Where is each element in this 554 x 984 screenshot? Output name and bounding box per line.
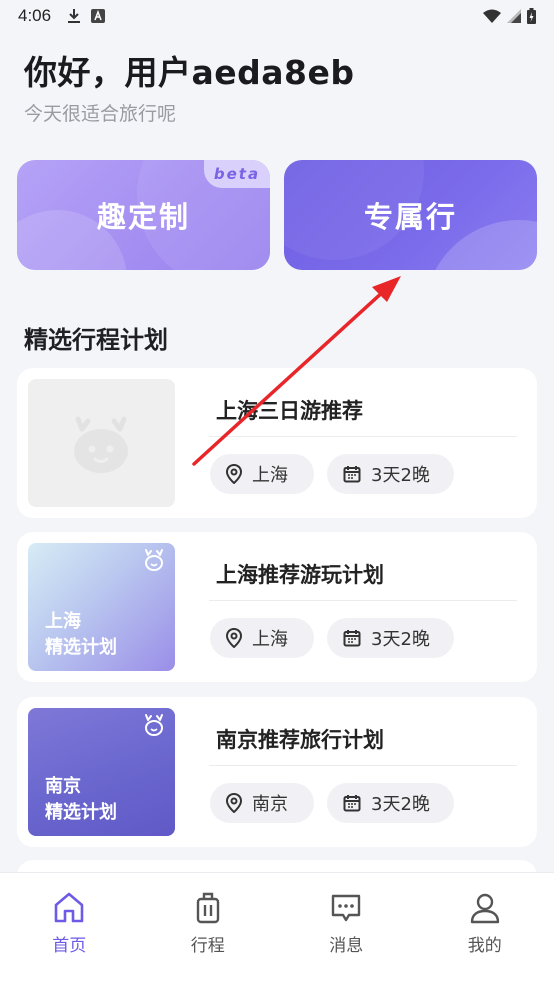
custom-trip-label: 趣定制 — [96, 200, 190, 234]
section-title: 精选行程计划 — [24, 326, 168, 354]
duration-chip: 3天2晚 — [327, 783, 454, 823]
duration-text: 3天2晚 — [371, 465, 430, 486]
tab-home[interactable]: 首页 — [0, 873, 139, 984]
location-pin-icon — [226, 628, 242, 648]
plan-card[interactable]: 南京 精选计划 南京推荐旅行计划 南京 3天2晚 — [17, 697, 537, 847]
luggage-icon — [196, 892, 219, 924]
mascot-icon — [145, 549, 163, 571]
thumbnail-city-text: 上海 — [45, 611, 81, 632]
thumbnail-caption-text: 精选计划 — [45, 637, 117, 658]
custom-trip-button[interactable]: beta 趣定制 — [17, 160, 270, 270]
plan-card[interactable]: 上海三日游推荐 上海 3天2晚 — [17, 368, 537, 518]
location-chip: 上海 — [210, 454, 314, 494]
tab-itinerary[interactable]: 行程 — [139, 873, 278, 984]
duration-text: 3天2晚 — [371, 629, 430, 650]
tab-messages[interactable]: 消息 — [277, 873, 416, 984]
tab-home-label: 首页 — [52, 936, 87, 956]
mascot-placeholder-icon — [74, 416, 128, 473]
location-chip: 上海 — [210, 618, 314, 658]
location-chip: 南京 — [210, 783, 314, 823]
tab-profile[interactable]: 我的 — [416, 873, 554, 984]
plan-title: 上海三日游推荐 — [216, 399, 363, 423]
divider — [209, 436, 517, 437]
bottom-tab-bar: 首页 行程 消息 我的 — [0, 872, 554, 984]
message-icon — [332, 894, 361, 922]
tab-itinerary-label: 行程 — [190, 936, 225, 956]
duration-chip: 3天2晚 — [327, 618, 454, 658]
home-icon — [54, 892, 84, 923]
calendar-icon — [343, 630, 361, 647]
signal-icon — [507, 9, 521, 23]
calendar-icon — [343, 795, 361, 812]
font-a-icon — [91, 9, 106, 23]
tab-profile-label: 我的 — [467, 936, 502, 956]
duration-chip: 3天2晚 — [327, 454, 454, 494]
beta-badge: beta — [204, 160, 270, 188]
battery-icon — [527, 8, 536, 24]
plan-title: 南京推荐旅行计划 — [216, 728, 384, 752]
exclusive-trip-label: 专属行 — [363, 200, 457, 234]
location-text: 南京 — [252, 794, 288, 815]
profile-icon — [470, 893, 499, 924]
plan-thumbnail: 上海 精选计划 — [28, 543, 175, 671]
plan-thumbnail: 南京 精选计划 — [28, 708, 175, 836]
download-icon — [68, 9, 81, 23]
thumbnail-city-text: 南京 — [45, 776, 81, 797]
mascot-icon — [145, 714, 163, 736]
location-pin-icon — [226, 793, 242, 813]
location-text: 上海 — [252, 629, 288, 650]
duration-text: 3天2晚 — [371, 794, 430, 815]
exclusive-trip-button[interactable]: 专属行 — [284, 160, 537, 270]
plan-title: 上海推荐游玩计划 — [216, 563, 384, 587]
thumbnail-caption-text: 精选计划 — [45, 802, 117, 823]
plan-thumbnail-placeholder — [28, 379, 175, 507]
tab-messages-label: 消息 — [329, 936, 364, 956]
location-pin-icon — [226, 464, 242, 484]
greeting-subtitle: 今天很适合旅行呢 — [24, 103, 177, 125]
location-text: 上海 — [252, 465, 288, 486]
greeting-title: 你好，用户aeda8eb — [24, 53, 355, 92]
plan-card[interactable]: 上海 精选计划 上海推荐游玩计划 上海 3天2晚 — [17, 532, 537, 682]
status-time: 4:06 — [18, 6, 52, 25]
calendar-icon — [343, 466, 361, 483]
status-bar: 4:06 — [0, 0, 554, 32]
divider — [209, 765, 517, 766]
divider — [209, 600, 517, 601]
wifi-icon — [483, 9, 501, 23]
